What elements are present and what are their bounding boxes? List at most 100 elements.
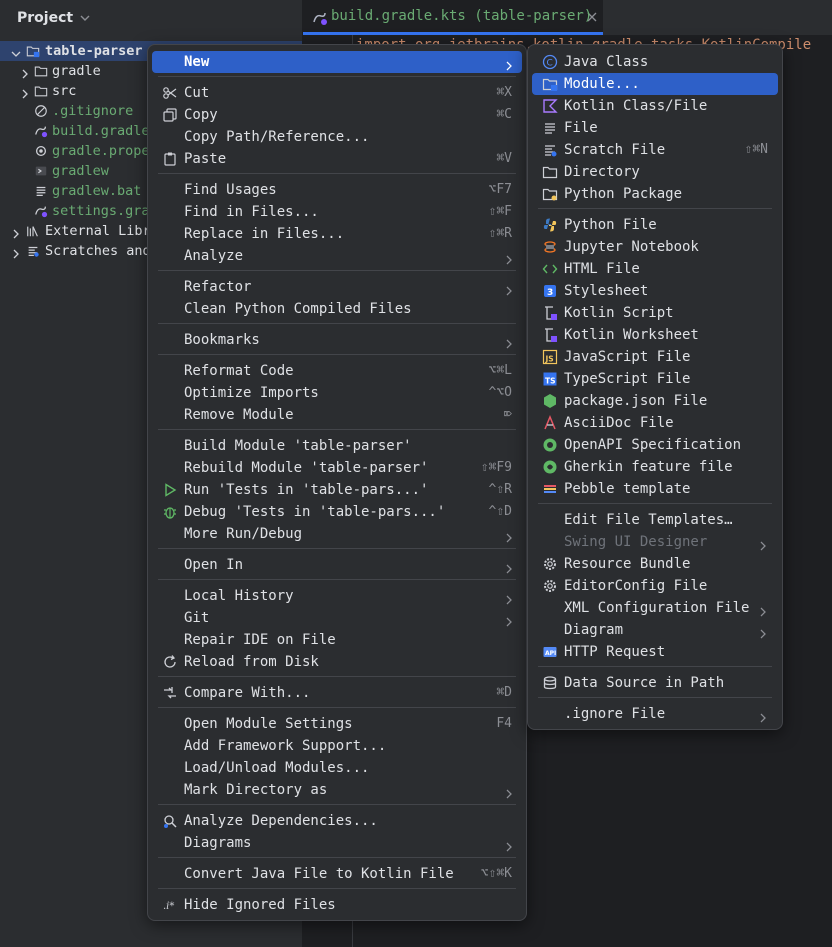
menu-item-html-file[interactable]: HTML File: [532, 258, 778, 280]
menu-item-refactor[interactable]: Refactor: [152, 276, 522, 298]
menu-item-diagrams[interactable]: Diagrams: [152, 832, 522, 854]
kotlin-worksheet-icon: [542, 327, 558, 343]
menu-item-replace-in-files[interactable]: Replace in Files... ⇧⌘R: [152, 223, 522, 245]
menu-item-add-framework-support[interactable]: Add Framework Support...: [152, 735, 522, 757]
menu-item-http-request[interactable]: API HTTP Request: [532, 641, 778, 663]
menu-item-python-file[interactable]: Python File: [532, 214, 778, 236]
menu-item-repair-ide-on-file[interactable]: Repair IDE on File: [152, 629, 522, 651]
menu-item-data-source-in-path[interactable]: Data Source in Path: [532, 672, 778, 694]
menu-item-debug-tests-in-table-pars[interactable]: Debug 'Tests in 'table-pars...' ^⇧D: [152, 501, 522, 523]
menu-item-copy[interactable]: Copy ⌘C: [152, 104, 522, 126]
typescript-icon: TS: [542, 371, 558, 387]
chevron-right-icon[interactable]: [20, 86, 30, 99]
menu-item-remove-module[interactable]: Remove Module ⌦: [152, 404, 522, 426]
menu-item-resource-bundle[interactable]: Resource Bundle: [532, 553, 778, 575]
menu-item-label: Remove Module: [184, 407, 294, 423]
text-file-icon: [34, 184, 48, 198]
chevron-right-icon[interactable]: [11, 246, 21, 259]
css-icon: 3: [542, 283, 558, 299]
menu-item-open-module-settings[interactable]: Open Module Settings F4: [152, 713, 522, 735]
tree-item-label: gradle.prope: [52, 143, 150, 159]
gear-icon: [542, 578, 558, 594]
menu-item-reformat-code[interactable]: Reformat Code ⌥⌘L: [152, 360, 522, 382]
shortcut-hint: ^⇧R: [488, 482, 512, 497]
menu-item-kotlin-worksheet[interactable]: Kotlin Worksheet: [532, 324, 778, 346]
menu-item-label: Kotlin Script: [564, 305, 674, 321]
module-icon: [542, 76, 558, 92]
menu-item-reload-from-disk[interactable]: Reload from Disk: [152, 651, 522, 673]
menu-item-copy-path-reference[interactable]: Copy Path/Reference...: [152, 126, 522, 148]
menu-item-package-json-file[interactable]: package.json File: [532, 390, 778, 412]
menu-item-hide-ignored-files[interactable]: .i* Hide Ignored Files: [152, 894, 522, 916]
menu-item-jupyter-notebook[interactable]: Jupyter Notebook: [532, 236, 778, 258]
menu-separator: [158, 579, 516, 580]
menu-item-optimize-imports[interactable]: Optimize Imports ^⌥O: [152, 382, 522, 404]
folder-icon: [34, 64, 48, 78]
menu-item-convert-java-file-to-kotlin-file[interactable]: Convert Java File to Kotlin File ⌥⇧⌘K: [152, 863, 522, 885]
menu-item-ignore-file[interactable]: .ignore File: [532, 703, 778, 725]
menu-item-analyze[interactable]: Analyze: [152, 245, 522, 267]
gradle-kts-icon: [313, 12, 327, 25]
properties-file-icon: [34, 144, 48, 158]
chevron-right-icon: [504, 613, 514, 627]
menu-item-java-class[interactable]: C Java Class: [532, 51, 778, 73]
chevron-down-icon[interactable]: [80, 13, 90, 23]
shortcut-hint: ⇧⌘R: [488, 226, 512, 241]
chevron-right-icon[interactable]: [20, 66, 30, 79]
menu-item-find-usages[interactable]: Find Usages ⌥F7: [152, 179, 522, 201]
menu-separator: [158, 676, 516, 677]
menu-item-label: Rebuild Module 'table-parser': [184, 460, 429, 476]
menu-item-pebble-template[interactable]: Pebble template: [532, 478, 778, 500]
svg-text:.i*: .i*: [163, 901, 174, 912]
menu-item-python-package[interactable]: Python Package: [532, 183, 778, 205]
menu-item-local-history[interactable]: Local History: [152, 585, 522, 607]
run-icon: [162, 482, 178, 498]
shortcut-hint: ⇧⌘F: [488, 204, 512, 219]
menu-item-typescript-file[interactable]: TS TypeScript File: [532, 368, 778, 390]
menu-item-diagram[interactable]: Diagram: [532, 619, 778, 641]
menu-item-paste[interactable]: Paste ⌘V: [152, 148, 522, 170]
menu-item-run-tests-in-table-pars[interactable]: Run 'Tests in 'table-pars...' ^⇧R: [152, 479, 522, 501]
scratch-file-icon: [542, 142, 558, 158]
menu-item-label: Open In: [184, 557, 244, 573]
menu-item-kotlin-class-file[interactable]: Kotlin Class/File: [532, 95, 778, 117]
menu-item-analyze-dependencies[interactable]: Analyze Dependencies...: [152, 810, 522, 832]
menu-item-clean-python-compiled-files[interactable]: Clean Python Compiled Files: [152, 298, 522, 320]
menu-item-directory[interactable]: Directory: [532, 161, 778, 183]
menu-item-find-in-files[interactable]: Find in Files... ⇧⌘F: [152, 201, 522, 223]
menu-item-stylesheet[interactable]: 3 Stylesheet: [532, 280, 778, 302]
menu-item-open-in[interactable]: Open In: [152, 554, 522, 576]
menu-item-asciidoc-file[interactable]: AsciiDoc File: [532, 412, 778, 434]
menu-item-xml-configuration-file[interactable]: XML Configuration File: [532, 597, 778, 619]
menu-item-label: Diagram: [564, 622, 624, 638]
menu-item-build-module-table-parser[interactable]: Build Module 'table-parser': [152, 435, 522, 457]
chevron-down-icon[interactable]: [11, 46, 21, 57]
menu-item-compare-with[interactable]: Compare With... ⌘D: [152, 682, 522, 704]
chevron-right-icon: [504, 591, 514, 605]
menu-item-edit-file-templates[interactable]: Edit File Templates…: [532, 509, 778, 531]
menu-item-bookmarks[interactable]: Bookmarks: [152, 329, 522, 351]
menu-item-rebuild-module-table-parser[interactable]: Rebuild Module 'table-parser' ⇧⌘F9: [152, 457, 522, 479]
menu-item-git[interactable]: Git: [152, 607, 522, 629]
menu-item-load-unload-modules[interactable]: Load/Unload Modules...: [152, 757, 522, 779]
menu-item-javascript-file[interactable]: JS JavaScript File: [532, 346, 778, 368]
menu-item-editorconfig-file[interactable]: EditorConfig File: [532, 575, 778, 597]
svg-text:C: C: [547, 59, 553, 69]
menu-item-gherkin-feature-file[interactable]: Gherkin feature file: [532, 456, 778, 478]
menu-separator: [158, 354, 516, 355]
chevron-right-icon: [758, 625, 768, 639]
menu-item-cut[interactable]: Cut ⌘X: [152, 82, 522, 104]
compare-icon: [162, 685, 178, 701]
menu-item-openapi-specification[interactable]: OpenAPI Specification: [532, 434, 778, 456]
menu-item-more-run-debug[interactable]: More Run/Debug: [152, 523, 522, 545]
menu-item-scratch-file[interactable]: Scratch File ⇧⌘N: [532, 139, 778, 161]
menu-item-label: JavaScript File: [564, 349, 691, 365]
menu-item-kotlin-script[interactable]: Kotlin Script: [532, 302, 778, 324]
svg-text:TS: TS: [545, 377, 556, 386]
menu-item-module[interactable]: Module...: [532, 73, 778, 95]
menu-item-file[interactable]: File: [532, 117, 778, 139]
project-panel-title[interactable]: Project: [17, 10, 73, 26]
menu-item-new[interactable]: New: [152, 51, 522, 73]
menu-item-mark-directory-as[interactable]: Mark Directory as: [152, 779, 522, 801]
chevron-right-icon[interactable]: [11, 226, 21, 239]
